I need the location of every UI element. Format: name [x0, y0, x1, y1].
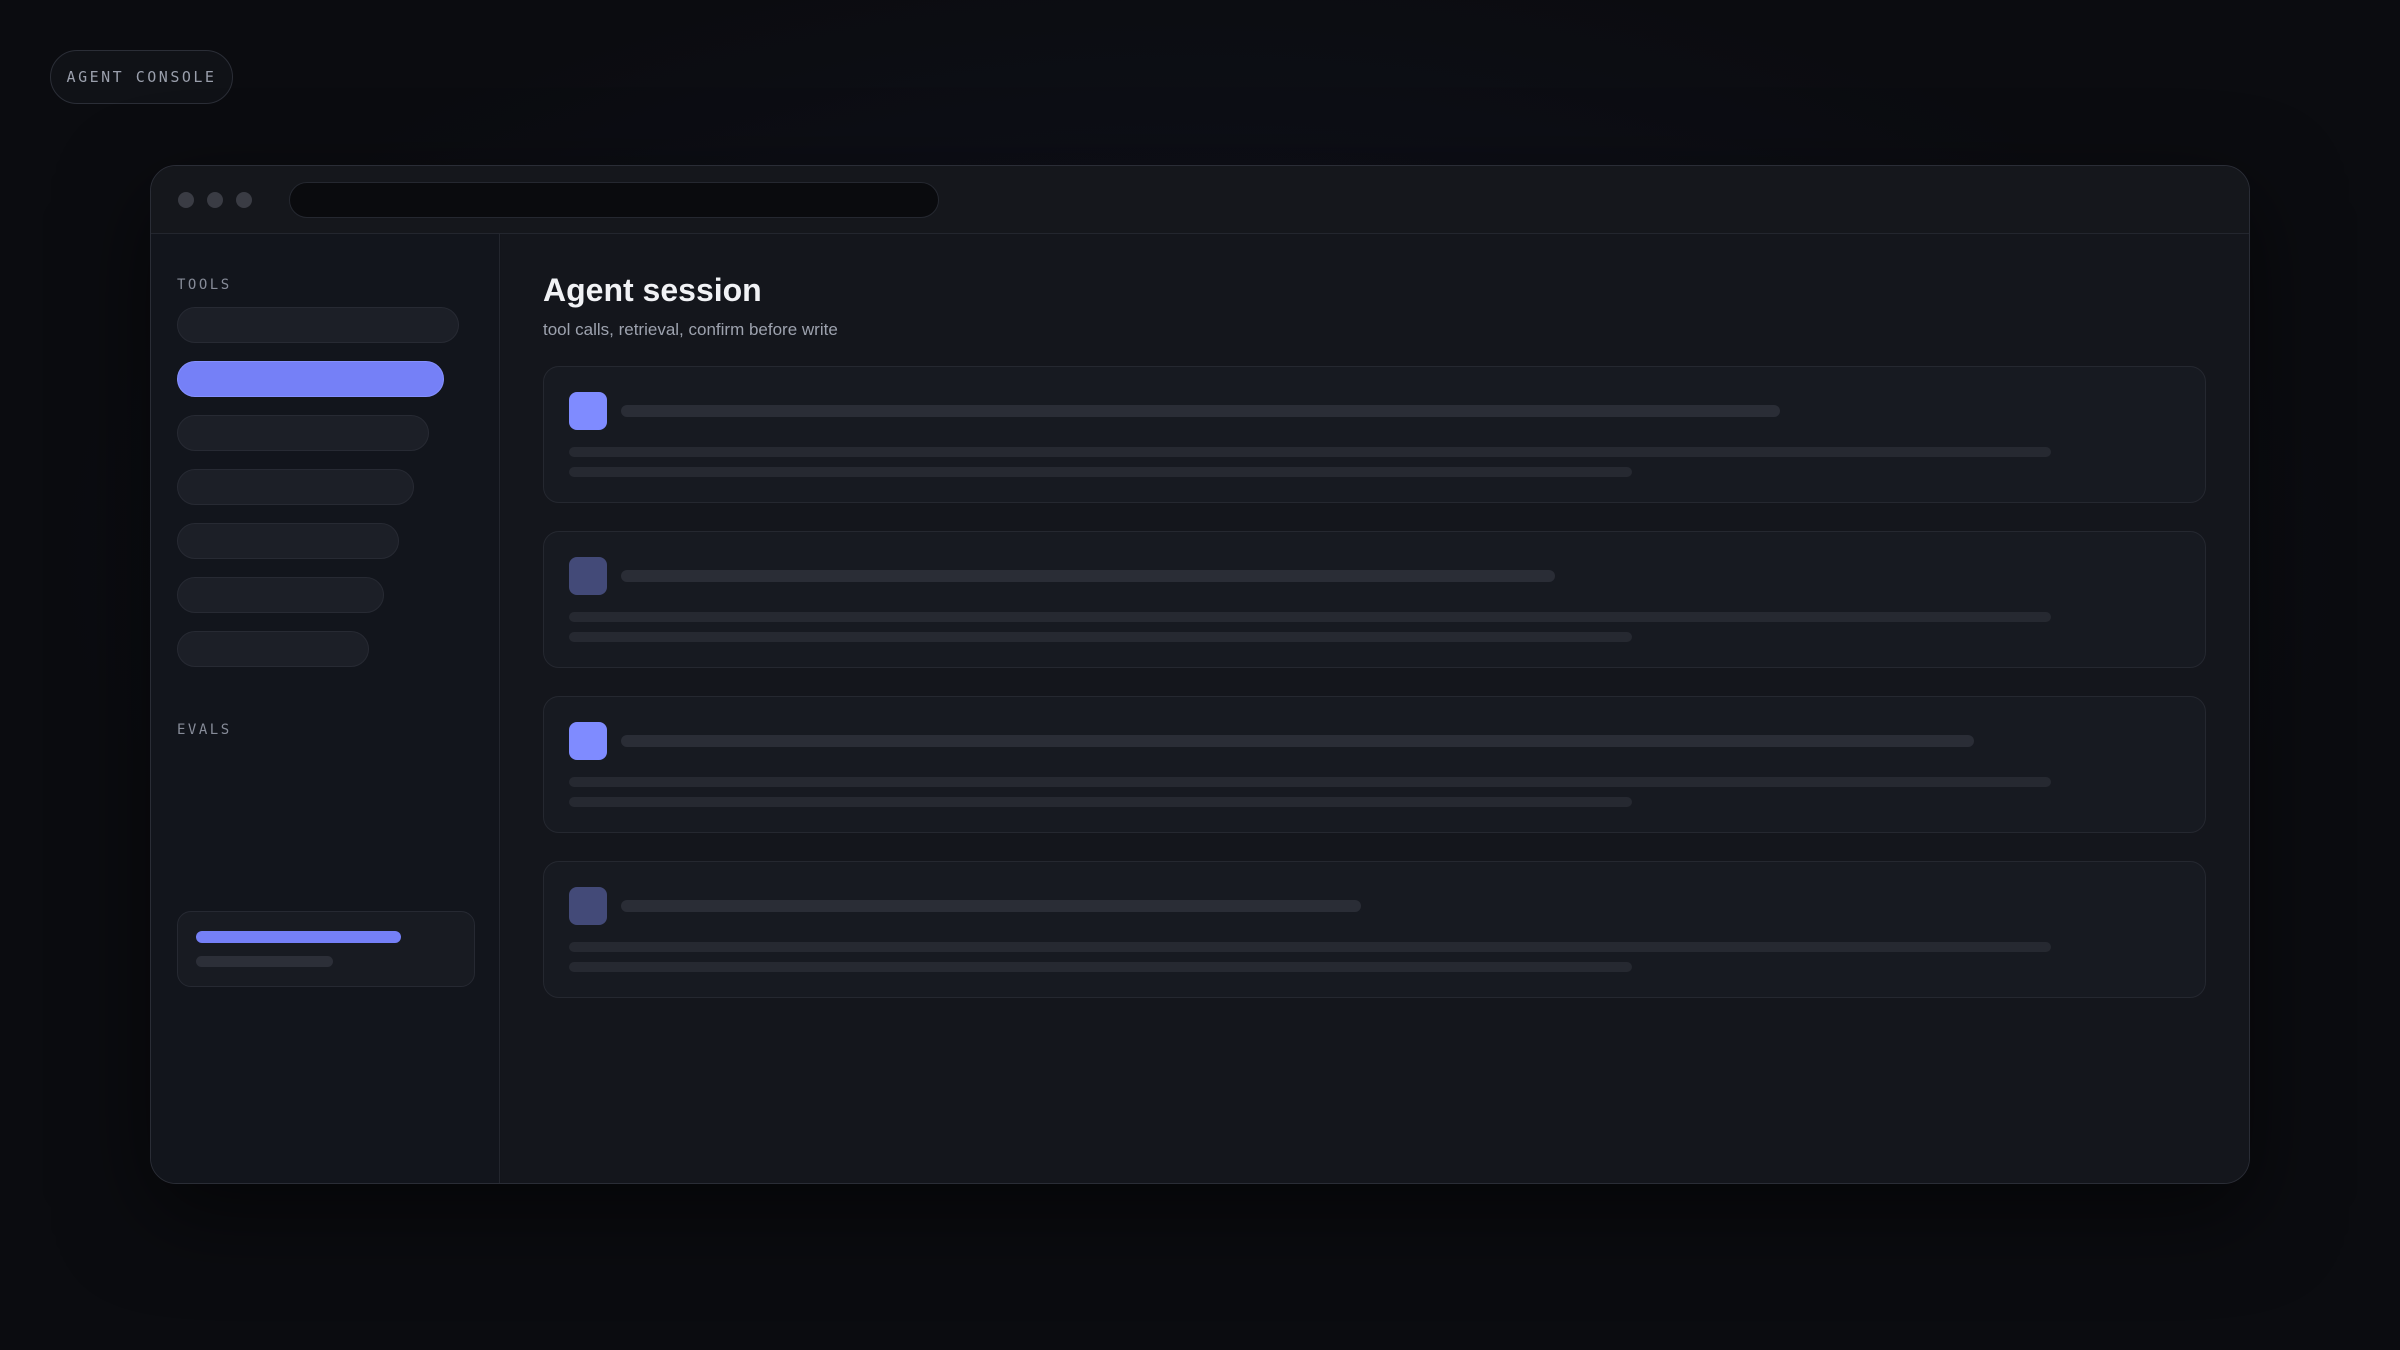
- window-maximize-dot[interactable]: [236, 192, 252, 208]
- card-text-placeholder: [569, 942, 2051, 952]
- eval-caption-placeholder: [196, 956, 333, 967]
- page-title: Agent session: [543, 272, 762, 308]
- tool-call-icon: [569, 557, 607, 595]
- sidebar: TOOLS EVALS: [151, 234, 500, 1183]
- sidebar-tool-item[interactable]: [177, 469, 414, 505]
- app-window: TOOLS EVALS Agent session tool calls, re…: [150, 165, 2250, 1184]
- stage: AGENT CONSOLE TOOLS EVALS Agent session …: [0, 0, 2400, 1350]
- sidebar-tool-item[interactable]: [177, 307, 459, 343]
- sidebar-tool-item-active[interactable]: [177, 361, 444, 397]
- main-panel: Agent session tool calls, retrieval, con…: [501, 234, 2249, 1183]
- evals-section-label: EVALS: [177, 722, 232, 738]
- session-card[interactable]: [543, 696, 2206, 833]
- card-text-placeholder: [569, 632, 1632, 642]
- address-bar[interactable]: [289, 182, 939, 218]
- page-subtitle: tool calls, retrieval, confirm before wr…: [543, 320, 838, 339]
- eval-progress-bar: [196, 931, 401, 943]
- card-text-placeholder: [569, 797, 1632, 807]
- title-bar: [151, 166, 2249, 234]
- card-text-placeholder: [569, 962, 1632, 972]
- sidebar-tool-item[interactable]: [177, 415, 429, 451]
- session-card[interactable]: [543, 531, 2206, 668]
- card-text-placeholder: [569, 467, 1632, 477]
- window-close-dot[interactable]: [178, 192, 194, 208]
- card-heading-placeholder: [621, 735, 1974, 747]
- session-card[interactable]: [543, 861, 2206, 998]
- card-text-placeholder: [569, 612, 2051, 622]
- card-text-placeholder: [569, 447, 2051, 457]
- eval-card[interactable]: [177, 911, 475, 987]
- tool-call-icon: [569, 392, 607, 430]
- tool-call-icon: [569, 722, 607, 760]
- window-minimize-dot[interactable]: [207, 192, 223, 208]
- session-card[interactable]: [543, 366, 2206, 503]
- card-heading-placeholder: [621, 405, 1780, 417]
- agent-console-badge: AGENT CONSOLE: [50, 50, 233, 104]
- card-heading-placeholder: [621, 900, 1361, 912]
- card-heading-placeholder: [621, 570, 1555, 582]
- tool-call-icon: [569, 887, 607, 925]
- sidebar-tool-item[interactable]: [177, 631, 369, 667]
- sidebar-tool-item[interactable]: [177, 523, 399, 559]
- card-text-placeholder: [569, 777, 2051, 787]
- tools-section-label: TOOLS: [177, 277, 232, 293]
- sidebar-tool-item[interactable]: [177, 577, 384, 613]
